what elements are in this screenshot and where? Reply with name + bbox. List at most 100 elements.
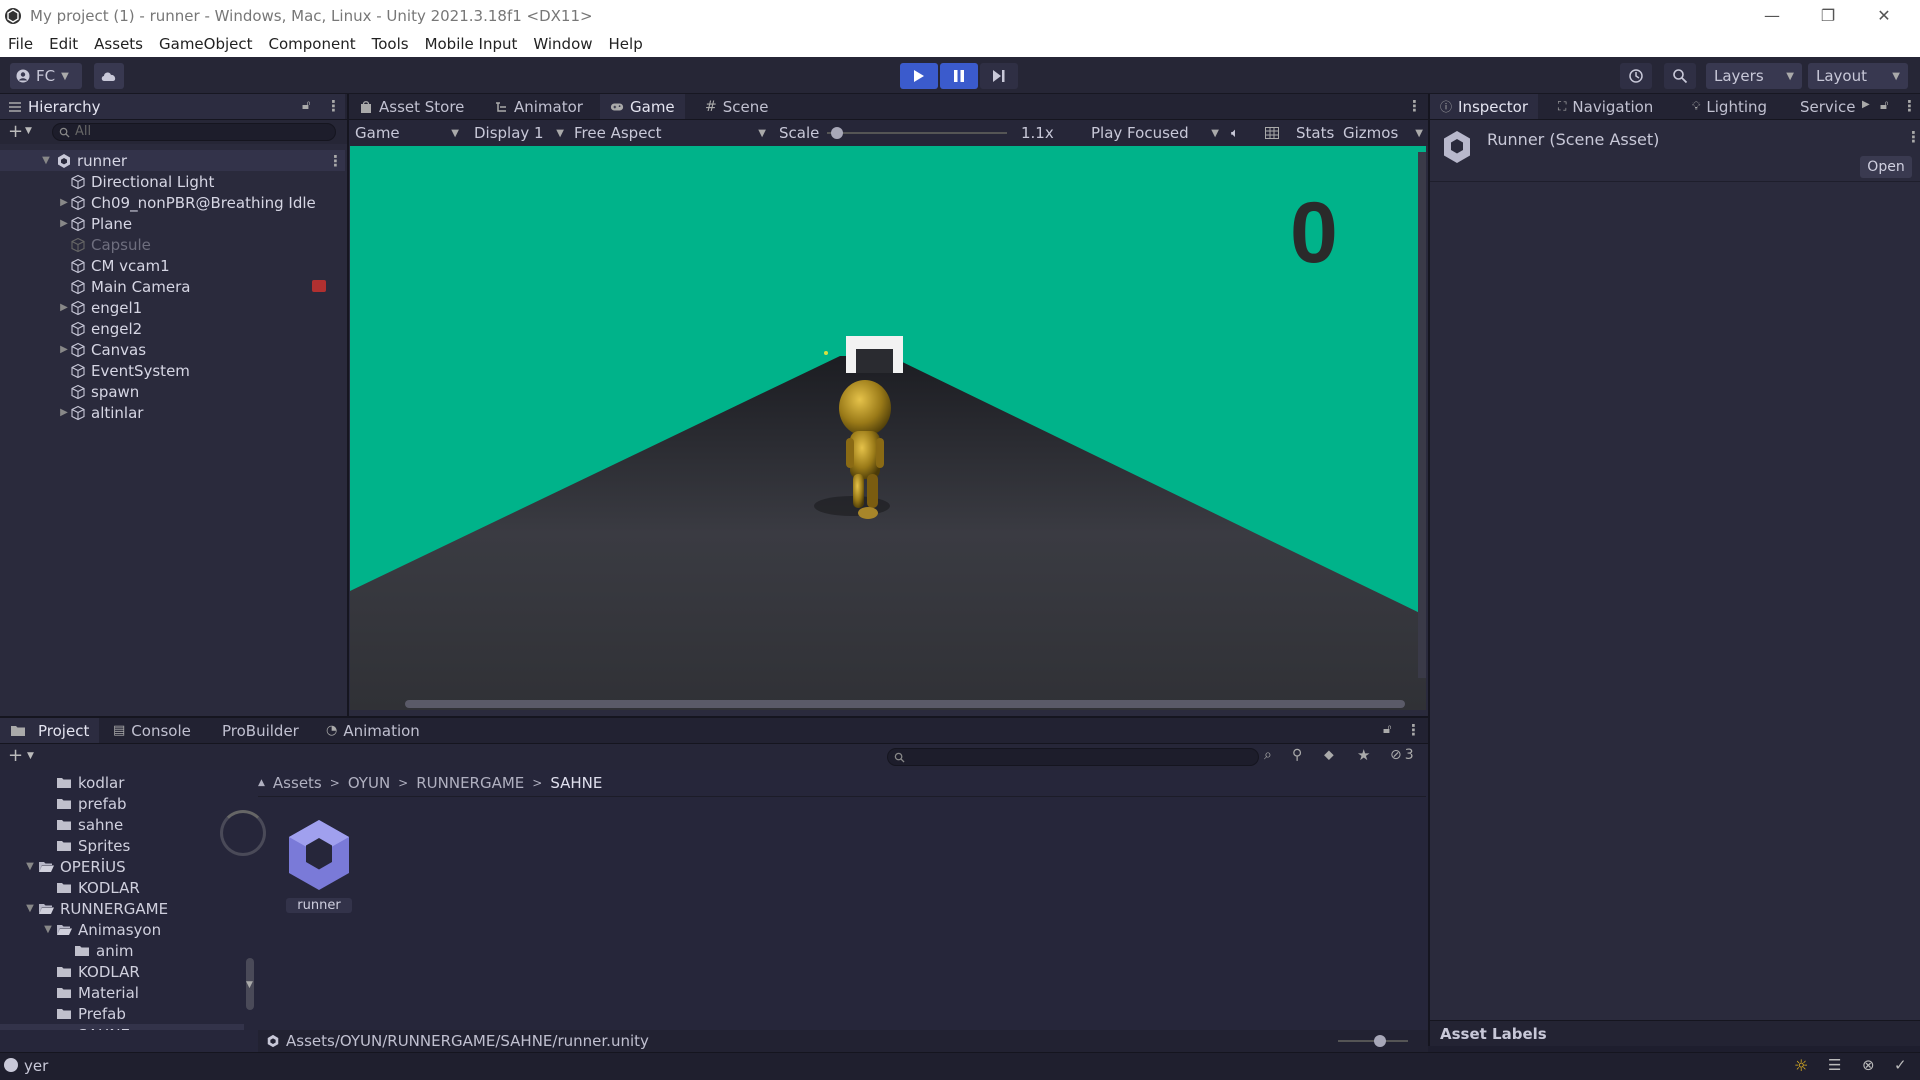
pause-button[interactable] [940, 63, 978, 89]
menu-file[interactable]: File [0, 35, 41, 53]
project-folder-item[interactable]: prefab [0, 793, 244, 814]
kebab-menu-icon[interactable]: ⋮ [1902, 97, 1917, 115]
breadcrumb-item[interactable]: RUNNERGAME [416, 774, 524, 792]
stats-button[interactable]: Stats [1296, 120, 1334, 146]
tab-animator[interactable]: Animator [484, 94, 593, 119]
filter-by-label-icon[interactable]: ⬥ [1324, 747, 1334, 763]
tab-navigation[interactable]: ⛶ Navigation [1548, 94, 1663, 119]
search-by-type-icon[interactable]: ⌕ [1264, 747, 1272, 763]
hierarchy-item[interactable]: ▶ Plane [0, 213, 345, 234]
hierarchy-scene-row[interactable]: ▼ runner ⋮ [0, 150, 345, 171]
mute-audio-icon[interactable]: 🔈︎ [1231, 120, 1239, 146]
chevron-down-icon[interactable]: ▼ [25, 126, 32, 136]
tab-console[interactable]: ▤ Console [103, 718, 201, 743]
check-circle-icon[interactable]: ✓ [1894, 1056, 1907, 1074]
menu-gameobject[interactable]: GameObject [151, 35, 261, 53]
expand-arrow-icon[interactable]: ▼ [22, 903, 38, 914]
network-icon[interactable]: ⊗ [1862, 1056, 1875, 1074]
hierarchy-item[interactable]: CM vcam1 [0, 255, 345, 276]
lock-icon[interactable]: 🔓︎ [302, 98, 310, 113]
play-button[interactable] [900, 63, 938, 89]
project-folder-item[interactable]: kodlar [0, 772, 244, 793]
tab-probuilder[interactable]: ProBuilder [212, 718, 309, 743]
tab-game[interactable]: Game [600, 94, 685, 119]
account-dropdown[interactable]: FC ▼ [10, 63, 82, 89]
project-folder-item[interactable]: anim [0, 940, 244, 961]
hierarchy-item[interactable]: engel2 [0, 318, 345, 339]
chevron-down-icon[interactable]: ▼ [27, 751, 34, 761]
breadcrumb-item-current[interactable]: SAHNE [550, 774, 602, 792]
step-button[interactable] [980, 63, 1018, 89]
hierarchy-item[interactable]: spawn [0, 381, 345, 402]
expand-arrow-icon[interactable]: ▶ [58, 407, 70, 418]
tab-services[interactable]: Service [1790, 94, 1865, 119]
icon-size-slider-track[interactable] [1338, 1040, 1408, 1042]
slider-handle[interactable] [831, 127, 843, 139]
breadcrumb-item[interactable]: OYUN [348, 774, 390, 792]
expand-arrow-icon[interactable]: ▶ [58, 197, 70, 208]
expand-arrow-icon[interactable]: ▼ [40, 155, 52, 166]
expand-arrow-icon[interactable]: ▶ [58, 344, 70, 355]
close-button[interactable]: ✕ [1856, 0, 1912, 31]
project-folder-item[interactable]: sahne [0, 814, 244, 835]
open-button[interactable]: Open [1860, 156, 1912, 178]
favorites-star-icon[interactable]: ★ [1357, 746, 1370, 764]
tab-hierarchy[interactable]: Hierarchy [0, 94, 345, 119]
hierarchy-item[interactable]: EventSystem [0, 360, 345, 381]
asset-labels-bar[interactable]: Asset Labels [1430, 1020, 1920, 1046]
filter-by-type-icon[interactable]: ⚲ [1292, 747, 1302, 763]
project-folder-item[interactable]: ▼ OPERİUS [0, 856, 244, 877]
kebab-menu-icon[interactable]: ⋮ [1407, 97, 1422, 115]
hidden-packages-toggle[interactable]: ⊘ 3 [1390, 747, 1414, 763]
menu-edit[interactable]: Edit [41, 35, 86, 53]
hierarchy-item[interactable]: ▶ altinlar [0, 402, 345, 423]
project-folder-item[interactable]: KODLAR [0, 877, 244, 898]
menu-assets[interactable]: Assets [86, 35, 151, 53]
tab-asset-store[interactable]: Asset Store [349, 94, 474, 119]
kebab-menu-icon[interactable]: ⋮ [328, 152, 343, 170]
chevron-right-icon[interactable]: ▶ [1862, 99, 1870, 110]
database-icon[interactable]: ☰ [1828, 1056, 1841, 1074]
aspect-dropdown[interactable]: Free Aspect ▼ [574, 120, 766, 146]
hierarchy-item[interactable]: ▶ Canvas [0, 339, 345, 360]
bug-icon[interactable]: ☼ [1794, 1056, 1808, 1075]
project-folder-item[interactable]: Prefab [0, 1003, 244, 1024]
play-mode-dropdown[interactable]: Play Focused ▼ [1091, 120, 1219, 146]
history-button[interactable] [1620, 63, 1652, 89]
display-dropdown[interactable]: Display 1 ▼ [474, 120, 564, 146]
tab-project[interactable]: Project [0, 718, 100, 743]
project-folder-item[interactable]: KODLAR [0, 961, 244, 982]
vertical-scrollbar[interactable] [1418, 152, 1426, 678]
hierarchy-item[interactable]: ▶ Ch09_nonPBR@Breathing Idle [0, 192, 345, 213]
hierarchy-item[interactable]: Directional Light [0, 171, 345, 192]
expand-arrow-icon[interactable]: ▼ [22, 861, 38, 872]
minimize-button[interactable]: — [1744, 0, 1800, 31]
search-button[interactable] [1664, 63, 1696, 89]
menu-help[interactable]: Help [601, 35, 651, 53]
tab-lighting[interactable]: 💡︎ Lighting [1682, 94, 1777, 119]
project-search-field[interactable] [887, 748, 1259, 766]
hierarchy-item[interactable]: Main Camera [0, 276, 345, 297]
expand-arrow-icon[interactable]: ▶ [58, 218, 70, 229]
cloud-button[interactable] [94, 63, 124, 89]
game-viewport[interactable]: 0 [350, 146, 1426, 710]
project-folder-item[interactable]: ▼ Animasyon [0, 919, 244, 940]
kebab-menu-icon[interactable]: ⋮ [1906, 128, 1920, 146]
game-mode-dropdown[interactable]: Game ▼ [355, 120, 459, 146]
menu-window[interactable]: Window [525, 35, 600, 53]
kebab-menu-icon[interactable]: ⋮ [326, 97, 341, 115]
expand-arrow-icon[interactable]: ▶ [58, 302, 70, 313]
add-icon[interactable]: + [8, 121, 23, 142]
tab-animation[interactable]: ◔ Animation [316, 718, 430, 743]
menu-component[interactable]: Component [261, 35, 364, 53]
tab-scene[interactable]: # Scene [695, 94, 778, 119]
menu-tools[interactable]: Tools [364, 35, 417, 53]
layers-dropdown[interactable]: Layers ▼ [1706, 63, 1802, 89]
project-folder-item[interactable]: Material [0, 982, 244, 1003]
project-folder-item[interactable]: Sprites [0, 835, 244, 856]
breadcrumb-item[interactable]: Assets [273, 774, 322, 792]
kebab-menu-icon[interactable]: ⋮ [1406, 721, 1421, 739]
lock-icon[interactable]: 🔓︎ [1383, 722, 1391, 737]
lock-icon[interactable]: 🔓︎ [1880, 98, 1888, 113]
gizmos-dropdown[interactable]: Gizmos ▼ [1343, 120, 1423, 146]
